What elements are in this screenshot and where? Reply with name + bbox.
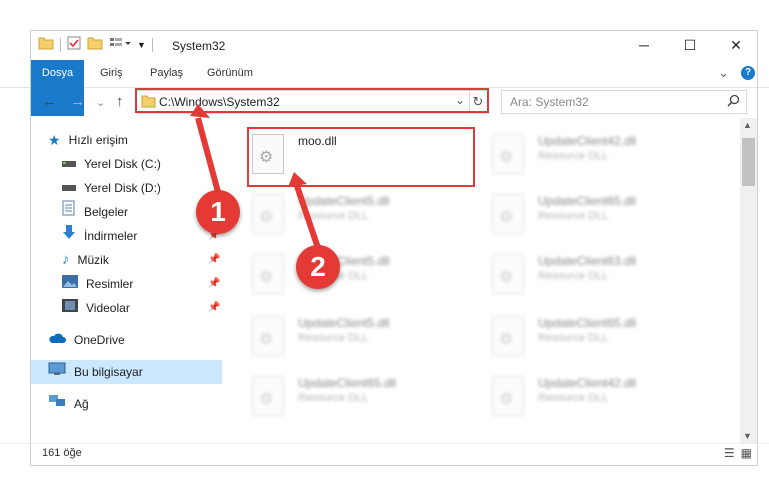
step-2-badge: 2 <box>296 245 340 289</box>
annotation-arrows <box>190 104 321 249</box>
arrow-2-head <box>288 172 307 187</box>
explorer-window: ▼ System32 ─ ☐ ✕ Dosya Giriş Paylaş Görü… <box>0 0 769 477</box>
arrow-1-head <box>190 104 210 118</box>
arrow-2 <box>294 185 321 249</box>
arrow-1 <box>195 117 221 193</box>
step-1-badge: 1 <box>196 190 240 234</box>
